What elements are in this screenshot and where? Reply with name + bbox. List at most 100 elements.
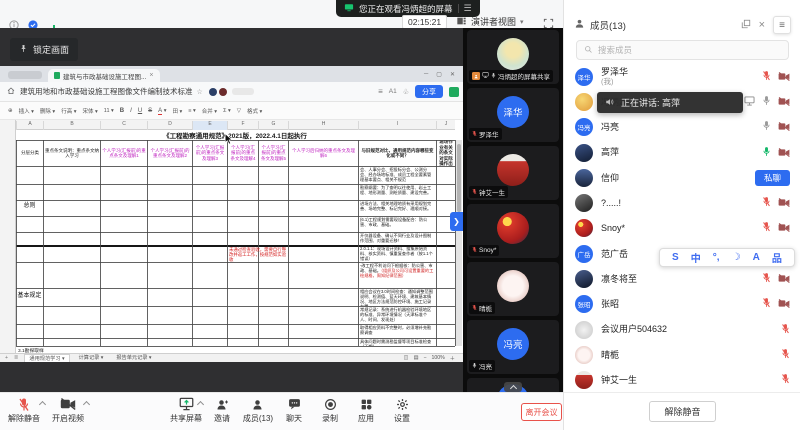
mic-muted-icon[interactable] (762, 270, 771, 288)
invite-button[interactable]: 邀请 (204, 396, 240, 424)
member-self-tag: (我) (601, 78, 628, 86)
leave-meeting-button[interactable]: 离开会议 (521, 403, 562, 421)
member-name: Snoy* (601, 223, 625, 233)
ime-key[interactable]: A (753, 252, 760, 263)
share-button[interactable]: 共享屏幕 (168, 396, 204, 424)
camera-off-icon[interactable] (778, 270, 790, 288)
toolbar-item: S (148, 108, 152, 114)
detach-panel-icon[interactable] (741, 19, 751, 32)
mic-speaking-icon[interactable] (762, 144, 771, 162)
toolbar-item: 插入 ▾ (19, 107, 34, 115)
unmute-all-button[interactable]: 解除静音 (649, 401, 715, 422)
tab-close-icon: × (149, 72, 153, 79)
member-row[interactable]: 会议用户504632 (564, 317, 800, 342)
highlight-chip (232, 88, 254, 95)
camera-off-icon[interactable] (778, 194, 790, 212)
mic-muted-icon[interactable] (781, 346, 790, 364)
mic-muted-icon[interactable] (762, 194, 771, 212)
camera-off-icon[interactable] (778, 219, 790, 237)
ime-key[interactable]: S (672, 252, 679, 263)
strip-scroll-up-button[interactable] (504, 382, 522, 392)
mic-muted-icon[interactable] (781, 321, 790, 339)
tile-name-label: 冯亮 (469, 360, 495, 372)
members-icon (574, 18, 585, 32)
camera-off-icon[interactable] (778, 295, 790, 313)
toolbar-item: 行高 ▾ (61, 107, 76, 115)
video-tile[interactable]: 晴栀 (467, 262, 559, 316)
toolbar-item: 宋体 ▾ (83, 107, 98, 115)
ime-key[interactable]: °, (713, 252, 720, 263)
close-panel-icon[interactable]: × (759, 19, 765, 31)
member-search-box[interactable]: 搜索成员 (576, 40, 789, 60)
member-row[interactable]: 张昭张昭 (564, 292, 800, 317)
toolbar-item: 田 ▾ (172, 107, 182, 115)
pin-screen-button[interactable]: 锁定画面 (10, 38, 78, 61)
member-row[interactable]: 钟艾一生 (564, 368, 800, 393)
camera-off-icon[interactable] (778, 68, 790, 86)
mic-muted-icon[interactable] (781, 371, 790, 389)
camera-button[interactable]: 开启视频 (46, 396, 90, 424)
member-row[interactable]: 凛冬将至 (564, 266, 800, 291)
mic-on-icon[interactable] (762, 93, 771, 111)
avatar (497, 212, 529, 244)
ime-key[interactable]: ☽ (732, 252, 741, 263)
camera-off-icon[interactable] (778, 144, 790, 162)
meeting-window: 您正在观看冯炳超的屏幕 ☰ 02:15:21 演讲者视图 ▾ 建筑与市政基础设施… (0, 0, 800, 430)
camera-off-icon[interactable] (778, 93, 790, 111)
table-header-cell: 与勘察现场作业有关的条文对实际操作出改变? (437, 140, 455, 166)
camera-off-icon[interactable] (778, 118, 790, 136)
ime-key[interactable]: 中 (691, 250, 701, 265)
screen-green-icon (344, 3, 354, 14)
avatar: 泽华 (575, 68, 593, 86)
member-row[interactable]: 泽华罗泽华(我) (564, 64, 800, 89)
video-tile[interactable]: 泽华罗泽华 (467, 88, 559, 142)
chevron-up-icon[interactable] (83, 401, 90, 408)
camera-icon (60, 396, 76, 412)
member-row[interactable]: Snoy* (564, 216, 800, 241)
video-tile[interactable]: Snoy* (467, 204, 559, 258)
browser-tab-strip: 建筑与市政基础设施工程图... × ─▢✕ (0, 66, 463, 82)
zoom-controls: ◫▤− 100%＋ (404, 355, 463, 362)
member-name: 范广岳 (601, 249, 628, 259)
spreadsheet-toolbar: ⊕插入 ▾删除 ▾行高 ▾宋体 ▾11 ▾BIUSA ▾田 ▾≡ ▾合并 ▾Σ … (0, 102, 463, 120)
camera-label: 开启视频 (52, 413, 84, 424)
wps-sheet-icon (449, 87, 459, 97)
member-row[interactable]: 信仰私聊 (564, 165, 800, 190)
toolbar-item: 删除 ▾ (40, 107, 55, 115)
mic-on-icon (472, 362, 477, 371)
mic-muted-icon[interactable] (762, 68, 771, 86)
ime-key[interactable]: 品 (772, 250, 782, 265)
mic-muted-icon (472, 246, 477, 255)
ime-toolbar[interactable]: S 中 °, ☽ A 品 (659, 248, 795, 267)
chevron-up-icon[interactable] (39, 401, 46, 408)
panel-menu-button[interactable]: ≡ (773, 16, 791, 34)
avatar (575, 371, 593, 389)
members-button[interactable]: 成员(13) (240, 396, 276, 424)
hamburger-icon: ≡ (378, 87, 383, 96)
comparison-cell: 常规记录：系统进行机器检验环境地区的标准、异常环境情况（天津标准个人、时间、发现… (359, 307, 435, 324)
document-title: 建筑用地和市政基础设施工程图像文件编制技术标准 (20, 86, 193, 97)
private-chat-button[interactable]: 私聊 (755, 170, 790, 186)
video-tile-screen-share[interactable]: 冯炳超的屏幕共享 (467, 30, 559, 84)
settings-button[interactable]: 设置 (384, 396, 420, 424)
mic-on-icon[interactable] (762, 118, 771, 136)
view-mode-switcher[interactable]: 演讲者视图 ▾ (456, 15, 524, 28)
sheet-tab: 报告单元记录 ▾ (112, 354, 155, 362)
member-row[interactable]: 高萍 (564, 140, 800, 165)
banner-menu-icon[interactable]: ☰ (464, 3, 472, 14)
chevron-up-icon[interactable] (197, 401, 204, 408)
member-row[interactable]: ?.....! (564, 190, 800, 215)
mic-button[interactable]: 解除静音 (2, 396, 46, 424)
video-tile[interactable]: 冯亮冯亮 (467, 320, 559, 374)
invite-icon (216, 396, 229, 412)
style-tool: A1 (389, 88, 397, 95)
mic-muted-icon[interactable] (762, 219, 771, 237)
comparison-cell: 相应会议在3.0时间检查：通知调整范围说明、检测值、蓝天环境、建筑基本情况、地区… (359, 289, 435, 306)
chat-button[interactable]: 聊天 (276, 396, 312, 424)
video-tile[interactable]: 钟艾一生 (467, 146, 559, 200)
apps-button[interactable]: 应用 (348, 396, 384, 424)
mic-muted-icon[interactable] (762, 295, 771, 313)
member-row[interactable]: 晴栀 (564, 342, 800, 367)
record-button[interactable]: 录制 (312, 396, 348, 424)
member-row[interactable]: 冯亮冯亮 (564, 115, 800, 140)
